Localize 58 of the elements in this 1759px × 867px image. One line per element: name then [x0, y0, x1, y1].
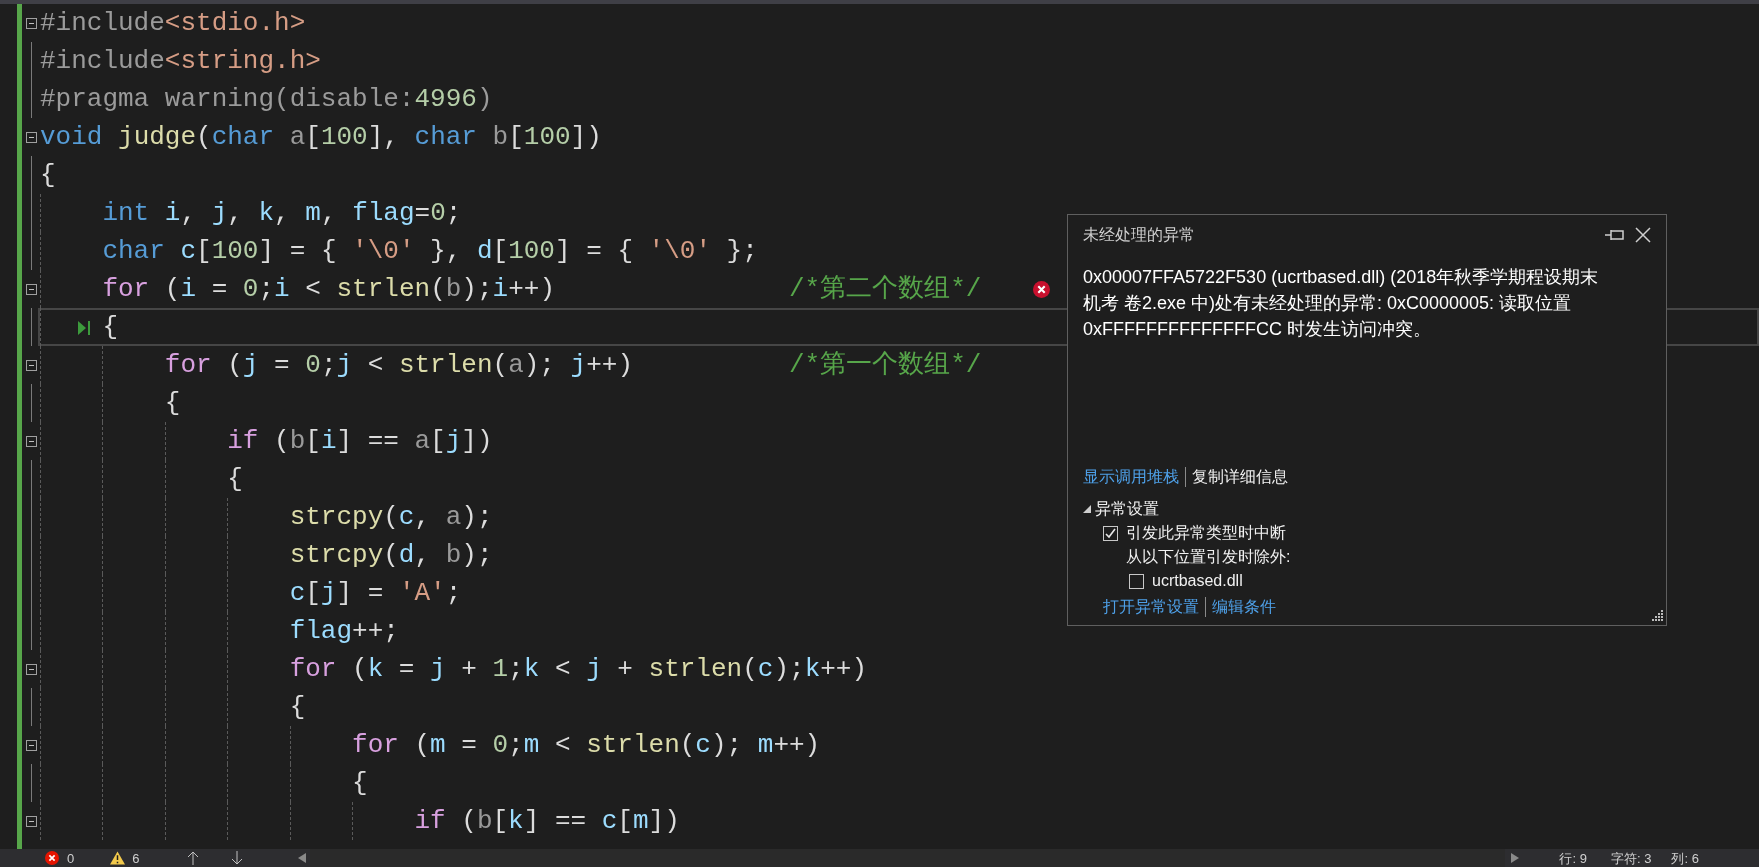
arrow-down-icon[interactable] [231, 851, 244, 865]
code-line: { [40, 763, 368, 803]
exception-note: 从以下位置引发时除外: [1125, 547, 1292, 567]
code-line: { [40, 687, 306, 727]
fold-toggle-icon[interactable] [25, 739, 37, 751]
warning-icon[interactable] [110, 851, 126, 865]
code-line: char c[100] = { '\0' }, d[100] = { '\0' }; [40, 231, 758, 271]
show-call-stack-link[interactable]: 显示调用堆栈 [1083, 465, 1179, 489]
arrow-up-icon[interactable] [187, 851, 200, 865]
fold-toggle-icon[interactable] [25, 815, 37, 827]
code-line: #pragma warning(disable:4996) [40, 82, 493, 116]
code-line: if (b[k] == c[m]) [40, 801, 680, 841]
code-line: flag++; [40, 611, 399, 651]
line-number-indicator: 行: 9 [1559, 851, 1587, 865]
column-indicator: 列: 6 [1671, 851, 1699, 865]
code-line: #include<stdio.h> [40, 6, 306, 40]
fold-toggle-icon[interactable] [25, 663, 37, 675]
popup-title: 未经处理的异常 [1083, 225, 1195, 245]
step-arrow-icon [78, 321, 90, 335]
settings-expander[interactable]: 异常设置 [1083, 497, 1159, 521]
checkbox[interactable] [1129, 573, 1144, 589]
char-indicator: 字符: 3 [1610, 851, 1652, 865]
code-comment: /*第一个数组*/ [788, 348, 982, 382]
code-line: for (k = j + 1;k < j + strlen(c);k++) [40, 649, 868, 689]
settings-link[interactable]: 编辑条件 [1212, 595, 1276, 619]
code-line: if (b[i] == a[j]) [40, 421, 493, 461]
code-line: strcpy(c, a); [40, 497, 493, 537]
error-icon[interactable] [45, 851, 59, 865]
code-line: { [40, 307, 118, 347]
scroll-right-icon[interactable] [1511, 853, 1520, 863]
code-line: c[j] = 'A'; [40, 573, 462, 613]
pin-icon[interactable] [1605, 228, 1625, 242]
code-line: int i, j, k, m, flag=0; [40, 193, 462, 233]
checkbox-label: ucrtbased.dll [1152, 571, 1243, 591]
fold-toggle-icon[interactable] [25, 131, 37, 143]
copy-details-link[interactable]: 复制详细信息 [1192, 465, 1288, 489]
code-comment: /*第二个数组*/ [788, 272, 982, 306]
fold-toggle-icon[interactable] [25, 283, 37, 295]
checkbox-label: 引发此异常类型时中断 [1126, 523, 1286, 543]
checkbox[interactable] [1103, 525, 1118, 541]
code-line: void judge(char a[100], char b[100]) [40, 120, 602, 154]
scroll-left-icon[interactable] [298, 853, 307, 863]
code-line: { [40, 383, 181, 423]
fold-toggle-icon[interactable] [25, 359, 37, 371]
settings-link[interactable]: 打开异常设置 [1103, 595, 1199, 619]
code-line: #include<string.h> [40, 44, 321, 78]
warning-count: 6 [132, 851, 140, 865]
error-count: 0 [67, 851, 75, 865]
resize-grip-icon[interactable] [1649, 608, 1663, 622]
expand-triangle-icon [1083, 505, 1091, 513]
code-line: for (m = 0;m < strlen(c); m++) [40, 725, 821, 765]
code-line: strcpy(d, b); [40, 535, 493, 575]
close-icon[interactable] [1635, 227, 1651, 243]
code-line: { [40, 158, 56, 192]
fold-toggle-icon[interactable] [25, 17, 37, 29]
code-line: { [40, 459, 243, 499]
exception-message: 0x00007FFA5722F530 (ucrtbased.dll) (2018年秋季学期程设期末机考 卷2.exe 中)处有未经处理的异常: 0xC0000005: 读取位置 0xFFFFFFFFFFFFFFCC 时发生访问冲突。 [1083, 266, 1600, 341]
fold-toggle-icon[interactable] [25, 435, 37, 447]
